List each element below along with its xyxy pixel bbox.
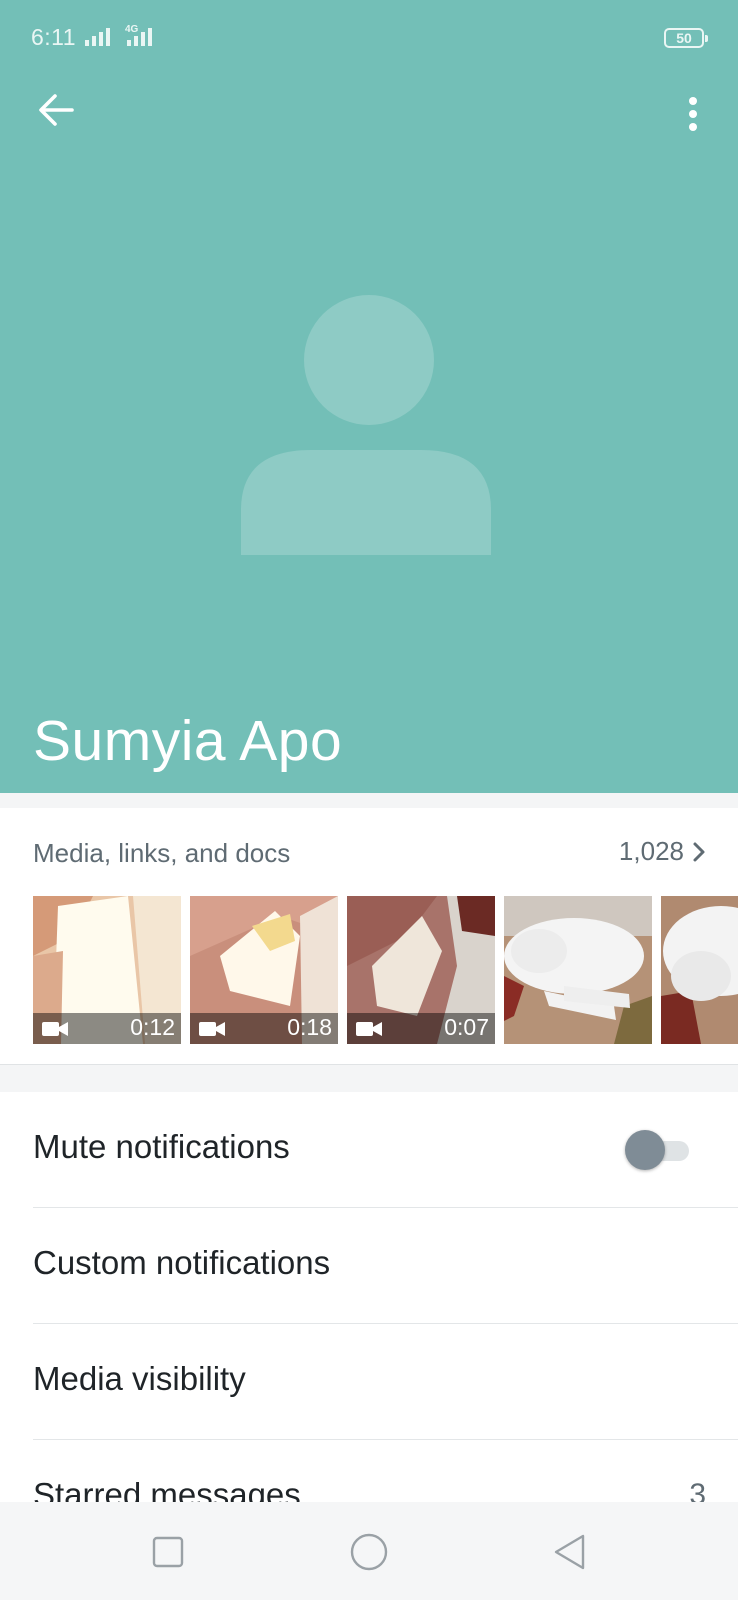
media-visibility-label: Media visibility: [33, 1360, 246, 1397]
back-button[interactable]: [30, 84, 82, 136]
status-time: 6:11: [31, 24, 77, 50]
starred-messages-label: Starred messages: [33, 1476, 301, 1502]
mute-notifications-row[interactable]: Mute notifications: [0, 1092, 738, 1208]
media-thumbnail-video[interactable]: 0:12: [33, 896, 181, 1044]
system-back-button[interactable]: [545, 1527, 595, 1577]
mute-notifications-label: Mute notifications: [33, 1128, 290, 1165]
chevron-right-icon: [693, 842, 705, 861]
video-camera-icon: [199, 1022, 225, 1036]
signal-bars-icon: [85, 28, 110, 46]
media-section: Media, links, and docs 1,028 0:12 0:18 0…: [0, 808, 738, 1065]
video-duration: 0:12: [130, 1014, 175, 1040]
status-bar: 6:11 4G 50: [0, 0, 738, 78]
video-duration: 0:18: [287, 1014, 332, 1040]
custom-notifications-label: Custom notifications: [33, 1244, 331, 1281]
video-camera-icon: [42, 1022, 68, 1036]
contact-name: Sumyia Apo: [33, 709, 343, 773]
square-icon: [152, 1536, 184, 1568]
home-button[interactable]: [344, 1527, 394, 1577]
media-thumbnail-video[interactable]: 0:18: [190, 896, 338, 1044]
recents-button[interactable]: [143, 1527, 193, 1577]
media-visibility-row[interactable]: Media visibility: [0, 1324, 738, 1440]
arrow-left-icon: [39, 94, 74, 126]
battery-indicator: 50: [664, 28, 708, 48]
media-links-docs-label[interactable]: Media, links, and docs: [33, 838, 290, 869]
cat-photo-image: [504, 896, 652, 1044]
triangle-back-icon: [554, 1534, 585, 1570]
media-count-link[interactable]: 1,028: [619, 836, 706, 867]
more-vertical-icon: [689, 97, 697, 131]
media-thumbnail-photo[interactable]: [661, 896, 738, 1044]
media-thumbnails: 0:12 0:18 0:07: [33, 896, 738, 1044]
media-thumbnail-photo[interactable]: [504, 896, 652, 1044]
signal-4g-icon: [127, 28, 152, 46]
video-camera-icon: [356, 1022, 382, 1036]
custom-notifications-row[interactable]: Custom notifications: [0, 1208, 738, 1324]
mute-notifications-toggle[interactable]: [625, 1130, 691, 1170]
cat-photo-image: [661, 896, 738, 1044]
default-avatar-icon: [241, 295, 491, 555]
circle-icon: [350, 1533, 388, 1571]
media-count: 1,028: [618, 836, 684, 866]
more-options-button[interactable]: [668, 84, 718, 144]
media-thumbnail-video[interactable]: 0:07: [347, 896, 495, 1044]
toggle-thumb: [625, 1130, 665, 1170]
chat-settings-list: Mute notifications Custom notifications …: [0, 1092, 738, 1502]
profile-header: 6:11 4G 50 Sumyia Apo: [0, 0, 738, 793]
video-duration: 0:07: [444, 1014, 489, 1040]
starred-messages-row[interactable]: Starred messages 3: [0, 1440, 738, 1502]
starred-messages-count: 3: [689, 1478, 706, 1502]
system-navigation-bar: [0, 1502, 738, 1600]
